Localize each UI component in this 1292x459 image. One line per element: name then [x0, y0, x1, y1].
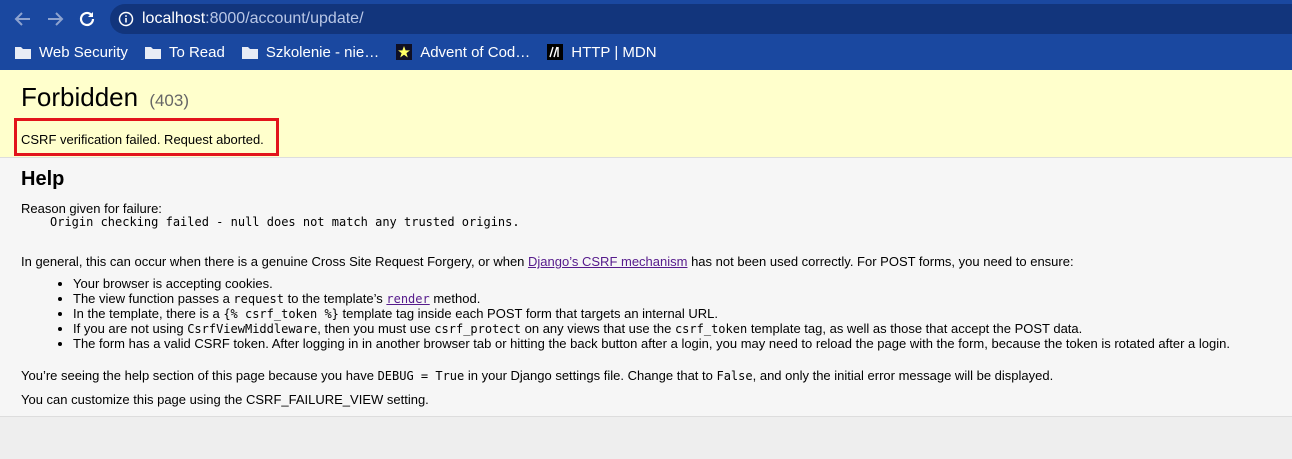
reason-label: Reason given for failure:	[21, 201, 162, 216]
item-text: template tag inside each POST form that …	[338, 306, 719, 321]
bookmark-label: Advent of Cod…	[420, 43, 531, 61]
debug-text: You’re seeing the help section of this p…	[21, 368, 378, 383]
debug-text: , and only the initial error message wil…	[752, 368, 1054, 383]
title-text: Forbidden	[21, 82, 139, 112]
code-csrf-token: csrf_token	[674, 322, 748, 336]
url-text[interactable]: localhost:8000/account/update/	[142, 10, 364, 28]
debug-text: in your Django settings file. Change tha…	[464, 368, 717, 383]
csrf-docs-link[interactable]: Django’s CSRF mechanism	[528, 254, 687, 269]
folder-icon	[15, 46, 31, 59]
code-csrf-protect: csrf_protect	[434, 322, 522, 336]
item-text: method.	[429, 291, 481, 306]
code-csrf-token-tag: {% csrf_token %}	[223, 307, 339, 321]
help-heading: Help	[21, 168, 65, 190]
folder-icon	[241, 46, 258, 59]
list-item-cookies: Your browser is accepting cookies.	[73, 276, 1230, 291]
arrow-right-icon	[48, 12, 64, 26]
item-text: Your browser is accepting cookies.	[73, 276, 273, 291]
browser-chrome: localhost:8000/account/update/ Web Secur…	[0, 0, 1292, 70]
bookmark-to-read[interactable]: To Read	[144, 43, 225, 61]
summary-section: Forbidden (403) CSRF verification failed…	[0, 70, 1292, 158]
intro-before: In general, this can occur when there is…	[21, 254, 529, 269]
requirements-list: Your browser is accepting cookies. The v…	[73, 276, 1230, 351]
bookmark-web-security[interactable]: Web Security	[15, 44, 128, 61]
bookmark-http-mdn[interactable]: HTTP | MDN	[547, 43, 657, 61]
reload-button[interactable]	[76, 8, 98, 30]
page-title: Forbidden (403)	[21, 82, 189, 113]
item-text: The form has a valid CSRF token. After l…	[73, 336, 1230, 351]
item-text: , then you must use	[317, 321, 435, 336]
debug-paragraph: You’re seeing the help section of this p…	[21, 368, 1053, 383]
back-button[interactable]	[12, 8, 34, 30]
code-debug-true: DEBUG = True	[377, 369, 465, 383]
bookmark-label: Szkolenie - nie…	[265, 43, 380, 61]
list-item-template-tag: In the template, there is a {% csrf_toke…	[73, 306, 1230, 321]
list-item-view-function: The view function passes a request to th…	[73, 291, 1230, 306]
forward-button[interactable]	[44, 8, 66, 30]
code-false: False	[716, 369, 753, 383]
bookmark-label: Web Security	[39, 43, 128, 61]
item-text: If you are not using	[73, 321, 188, 336]
item-text: The view function passes a	[73, 291, 234, 306]
arrow-left-icon	[14, 12, 30, 26]
folder-icon	[144, 46, 161, 59]
customize-paragraph: You can customize this page using the CS…	[21, 392, 429, 407]
bookmark-advent-of-code[interactable]: Advent of Cod…	[396, 44, 530, 61]
bookmark-label: To Read	[168, 43, 225, 61]
address-bar[interactable]: localhost:8000/account/update/	[110, 4, 1292, 34]
bookmark-szkolenie[interactable]: Szkolenie - nie…	[241, 43, 380, 61]
render-docs-link[interactable]: render	[386, 292, 429, 306]
help-section: Help Reason given for failure: Origin ch…	[0, 158, 1292, 417]
bookmarks-bar: Web Security To Read Szkolenie - nie… Ad…	[0, 38, 1292, 66]
advent-star-icon	[396, 44, 413, 60]
code-request: request	[233, 292, 284, 306]
url-path: :8000/account/update/	[205, 10, 364, 27]
status-code: (403)	[149, 91, 189, 110]
item-text: template tag, as well as those that acce…	[747, 321, 1083, 336]
code-csrf-middleware: CsrfViewMiddleware	[187, 322, 318, 336]
url-host: localhost	[142, 10, 206, 27]
info-icon[interactable]	[118, 11, 134, 27]
list-item-middleware: If you are not using CsrfViewMiddleware,…	[73, 321, 1230, 336]
bookmark-label: HTTP | MDN	[571, 43, 657, 61]
mdn-icon	[547, 44, 564, 60]
error-message: CSRF verification failed. Request aborte…	[21, 132, 264, 147]
reload-icon	[79, 11, 95, 27]
reason-text: Origin checking failed - null does not m…	[50, 215, 520, 229]
item-text: to the template’s	[284, 291, 387, 306]
intro-paragraph: In general, this can occur when there is…	[21, 254, 1074, 269]
list-item-valid-token: The form has a valid CSRF token. After l…	[73, 336, 1230, 351]
item-text: on any views that use the	[521, 321, 675, 336]
item-text: In the template, there is a	[73, 306, 224, 321]
intro-after: has not been used correctly. For POST fo…	[687, 254, 1074, 269]
